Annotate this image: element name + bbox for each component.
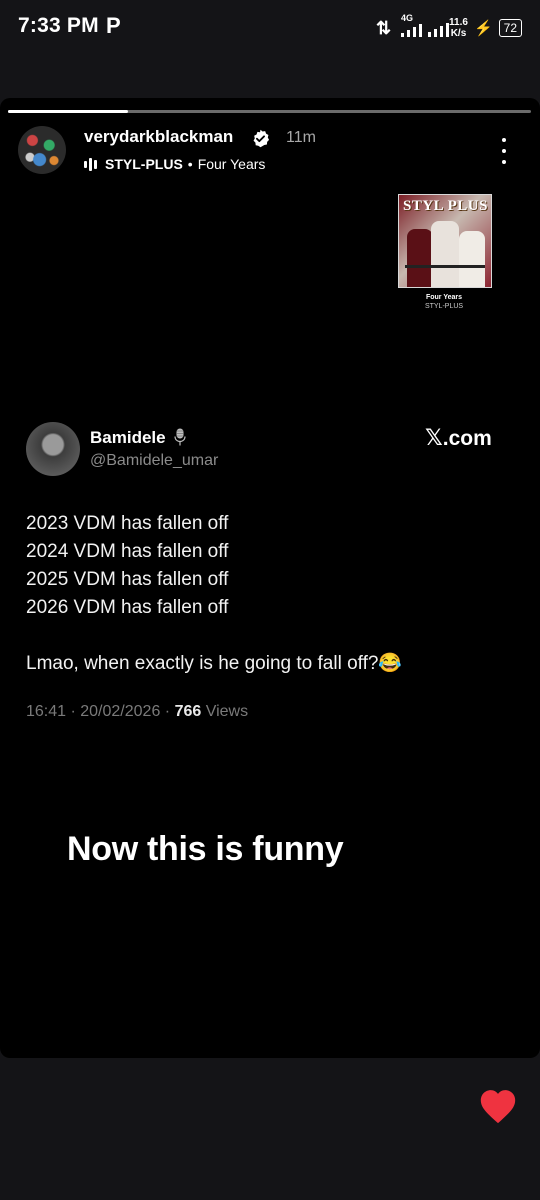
username[interactable]: verydarkblackman (84, 127, 233, 147)
verified-badge-icon (253, 129, 270, 148)
tweet-author-name-text: Bamidele (90, 428, 166, 447)
tweet-meta: 16:41 · 20/02/2026 · 766 Views (26, 703, 248, 721)
post-time: 11m (286, 129, 316, 146)
story-card[interactable]: verydarkblackman 11m STYL-PLUS • Four Ye… (0, 98, 540, 1058)
tweet-views-count: 766 (174, 703, 202, 720)
x-logo-icon: 𝕏 (425, 426, 443, 451)
tweet-line: 2026 VDM has fallen off (26, 597, 229, 618)
tweet-line: Lmao, when exactly is he going to fall o… (26, 653, 403, 674)
album-caption-artist: STYL-PLUS (424, 303, 464, 310)
music-artist: STYL-PLUS (105, 156, 183, 172)
album-cover-sticker[interactable]: STYL PLUS (398, 194, 492, 288)
music-title: Four Years (197, 156, 266, 172)
x-source-label: 𝕏.com (425, 426, 492, 451)
status-time: 7:33 PM (18, 14, 99, 37)
tweet-line: 2025 VDM has fallen off (26, 569, 229, 590)
story-caption: Now this is funny (67, 830, 344, 868)
notification-p-icon: P (106, 13, 121, 38)
tweet-line: 2023 VDM has fallen off (26, 513, 229, 534)
story-progress-fill (8, 110, 129, 113)
microphone-icon (174, 428, 186, 446)
album-caption-title: Four Years (425, 294, 463, 301)
music-separator: • (187, 156, 193, 172)
network-speed: 11.6 K/s (449, 17, 468, 39)
tweet-views-label: Views (201, 703, 249, 720)
tweet-timestamp: 16:41 · 20/02/2026 · (26, 703, 175, 720)
network-speed-unit: K/s (450, 28, 467, 39)
tweet-author-avatar (26, 422, 80, 476)
tweet-author-name: Bamidele (90, 428, 186, 448)
battery-level: 72 (498, 19, 522, 37)
network-type: 4G (401, 13, 414, 23)
tweet-text: 2023 VDM has fallen off 2024 VDM has fal… (26, 510, 402, 678)
heart-icon[interactable] (478, 1088, 518, 1124)
audio-wave-icon (84, 157, 97, 171)
user-avatar[interactable] (18, 126, 66, 174)
charging-icon: ⚡ (473, 20, 493, 37)
tweet-line: 2024 VDM has fallen off (26, 541, 229, 562)
music-attribution[interactable]: STYL-PLUS • Four Years (84, 156, 265, 172)
story-progress-bar (8, 110, 531, 113)
tweet-line (26, 622, 402, 650)
more-vertical-icon[interactable] (497, 138, 511, 164)
status-bar: 7:33 PM P ⇅ 4G 11.6 K/s ⚡ 72 (0, 0, 540, 56)
tweet-author-handle: @Bamidele_umar (90, 452, 219, 469)
signal-icon: 4G (397, 13, 450, 41)
status-indicators: ⇅ 4G 11.6 K/s ⚡ 72 (375, 13, 522, 42)
album-caption: Four Years STYL-PLUS (398, 293, 490, 311)
album-logo: STYL PLUS (403, 198, 488, 214)
data-transfer-icon: ⇅ (375, 17, 392, 38)
x-source-text: com (448, 427, 492, 450)
network-speed-value: 11.6 (449, 17, 468, 28)
